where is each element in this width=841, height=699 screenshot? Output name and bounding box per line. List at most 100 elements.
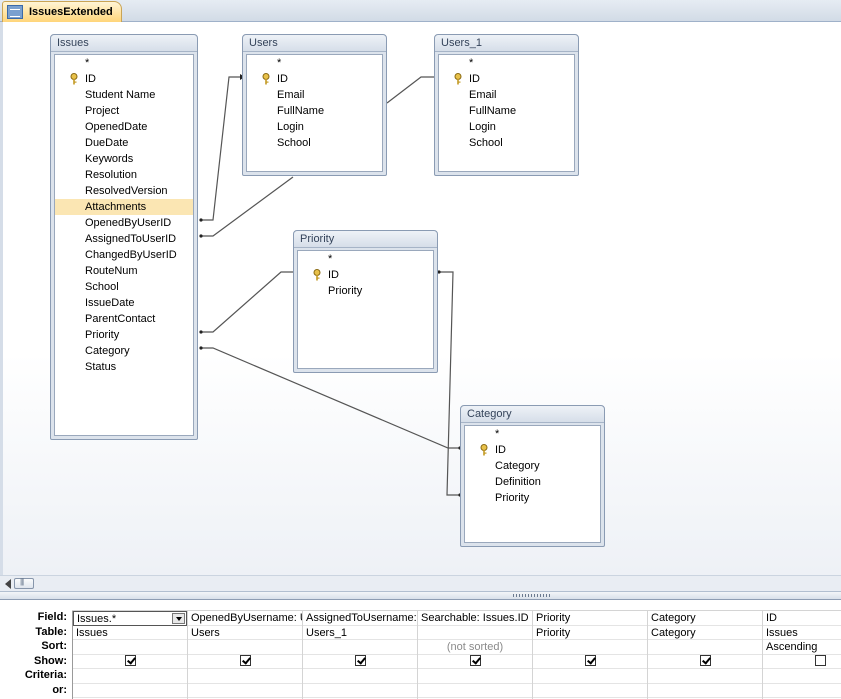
criteria-cell[interactable] xyxy=(763,669,841,684)
query-design-grid[interactable]: Field: Table: Sort: Show: Criteria: or: … xyxy=(0,600,841,699)
query-design-surface[interactable]: Issues * ID Student Name Project OpenedDate D… xyxy=(0,22,841,575)
field-cell[interactable]: ID xyxy=(763,611,841,626)
show-checkbox[interactable] xyxy=(124,655,136,667)
grid-columns[interactable]: Issues.*IssuesOpenedByUsername: Users.Fu… xyxy=(72,610,841,699)
or-cell[interactable] xyxy=(303,684,417,698)
field-row[interactable]: ResolvedVersion xyxy=(55,183,193,199)
or-cell[interactable] xyxy=(533,684,647,698)
field-cell[interactable]: OpenedByUsername: Users.FullName xyxy=(188,611,302,626)
query-document-tab[interactable]: IssuesExtended xyxy=(2,1,122,22)
field-all-columns[interactable]: * xyxy=(247,55,382,71)
sort-cell[interactable] xyxy=(648,640,762,655)
show-cell[interactable] xyxy=(73,655,187,669)
field-row[interactable]: OpenedDate xyxy=(55,119,193,135)
show-checkbox[interactable] xyxy=(699,655,711,667)
field-row[interactable]: FullName xyxy=(439,103,574,119)
or-cell[interactable] xyxy=(188,684,302,698)
grid-column[interactable]: OpenedByUsername: Users.FullNameUsers xyxy=(187,611,302,699)
sort-cell[interactable] xyxy=(533,640,647,655)
field-row[interactable]: ID xyxy=(439,71,574,87)
table-priority-fields[interactable]: * ID Priority xyxy=(297,250,434,369)
table-users-1-title[interactable]: Users_1 xyxy=(435,35,578,52)
criteria-cell[interactable] xyxy=(188,669,302,684)
field-row[interactable]: ID xyxy=(298,267,433,283)
show-cell[interactable] xyxy=(763,655,841,669)
criteria-cell[interactable] xyxy=(303,669,417,684)
field-all-columns[interactable]: * xyxy=(298,251,433,267)
field-cell[interactable]: Priority xyxy=(533,611,647,626)
field-row[interactable]: School xyxy=(439,135,574,151)
field-row[interactable]: Attachments xyxy=(55,199,193,215)
sort-cell[interactable] xyxy=(73,640,187,655)
field-all-columns[interactable]: * xyxy=(439,55,574,71)
table-cell[interactable]: Users_1 xyxy=(303,626,417,640)
table-cell[interactable]: Users xyxy=(188,626,302,640)
show-cell[interactable] xyxy=(188,655,302,669)
or-cell[interactable] xyxy=(418,684,532,698)
grid-column[interactable]: Category Category xyxy=(647,611,762,699)
field-row[interactable]: ChangedByUserID xyxy=(55,247,193,263)
field-cell[interactable]: Category xyxy=(648,611,762,626)
sort-cell[interactable]: (not sorted) xyxy=(418,640,532,655)
field-row[interactable]: Category xyxy=(465,458,600,474)
field-row[interactable]: School xyxy=(247,135,382,151)
field-all-columns[interactable]: * xyxy=(55,55,193,71)
field-row[interactable]: RouteNum xyxy=(55,263,193,279)
field-cell[interactable]: Issues.* xyxy=(73,611,187,626)
grid-column[interactable]: Priority Priority xyxy=(532,611,647,699)
grid-column[interactable]: AssignedToUsername: Users_1.FullNameUser… xyxy=(302,611,417,699)
table-issues-title[interactable]: Issues xyxy=(51,35,197,52)
field-row[interactable]: Login xyxy=(247,119,382,135)
table-category[interactable]: Category * ID Category Definition Priority xyxy=(460,405,605,547)
table-issues-fields[interactable]: * ID Student Name Project OpenedDate DueDate K… xyxy=(54,54,194,436)
show-cell[interactable] xyxy=(418,655,532,669)
field-row[interactable]: Project xyxy=(55,103,193,119)
criteria-cell[interactable] xyxy=(73,669,187,684)
field-row[interactable]: School xyxy=(55,279,193,295)
table-cell[interactable]: Priority xyxy=(533,626,647,640)
field-row[interactable]: AssignedToUserID xyxy=(55,231,193,247)
field-row[interactable]: FullName xyxy=(247,103,382,119)
scroll-left-arrow-icon[interactable] xyxy=(5,579,11,589)
table-users-fields[interactable]: * ID Email FullName Login School xyxy=(246,54,383,172)
field-row[interactable]: Resolution xyxy=(55,167,193,183)
table-priority[interactable]: Priority * ID Priority xyxy=(293,230,438,373)
sort-cell[interactable]: Ascending xyxy=(763,640,841,655)
grid-column[interactable]: Searchable: Issues.ID (not sorted) xyxy=(417,611,532,699)
table-cell[interactable] xyxy=(418,626,532,640)
criteria-cell[interactable] xyxy=(648,669,762,684)
table-users-1-fields[interactable]: * ID Email FullName Login School xyxy=(438,54,575,172)
field-dropdown-icon[interactable] xyxy=(172,613,185,624)
table-cell[interactable]: Category xyxy=(648,626,762,640)
field-row[interactable]: Priority xyxy=(298,283,433,299)
field-row[interactable]: Student Name xyxy=(55,87,193,103)
sort-cell[interactable] xyxy=(188,640,302,655)
show-checkbox[interactable] xyxy=(239,655,251,667)
scroll-thumb[interactable] xyxy=(14,577,34,589)
field-row[interactable]: IssueDate xyxy=(55,295,193,311)
table-users-1[interactable]: Users_1 * ID Email FullName Login School xyxy=(434,34,579,176)
or-cell[interactable] xyxy=(763,684,841,698)
field-row[interactable]: Email xyxy=(439,87,574,103)
show-checkbox[interactable] xyxy=(584,655,596,667)
field-row[interactable]: ParentContact xyxy=(55,311,193,327)
table-category-fields[interactable]: * ID Category Definition Priority xyxy=(464,425,601,543)
grid-column[interactable]: ID Issues Ascending xyxy=(762,611,841,699)
field-row[interactable]: ID xyxy=(247,71,382,87)
table-cell[interactable]: Issues xyxy=(763,626,841,640)
field-row[interactable]: Category xyxy=(55,343,193,359)
or-cell[interactable] xyxy=(73,684,187,698)
table-users[interactable]: Users * ID Email FullName Login School xyxy=(242,34,387,176)
show-checkbox[interactable] xyxy=(469,655,481,667)
criteria-cell[interactable] xyxy=(533,669,647,684)
sort-cell[interactable] xyxy=(303,640,417,655)
field-row[interactable]: Priority xyxy=(55,327,193,343)
field-row[interactable]: Status xyxy=(55,359,193,375)
field-row[interactable]: Priority xyxy=(465,490,600,506)
show-checkbox[interactable] xyxy=(814,655,826,667)
field-row[interactable]: Keywords xyxy=(55,151,193,167)
field-row[interactable]: OpenedByUserID xyxy=(55,215,193,231)
field-row[interactable]: ID xyxy=(55,71,193,87)
table-cell[interactable]: Issues xyxy=(73,626,187,640)
show-cell[interactable] xyxy=(648,655,762,669)
